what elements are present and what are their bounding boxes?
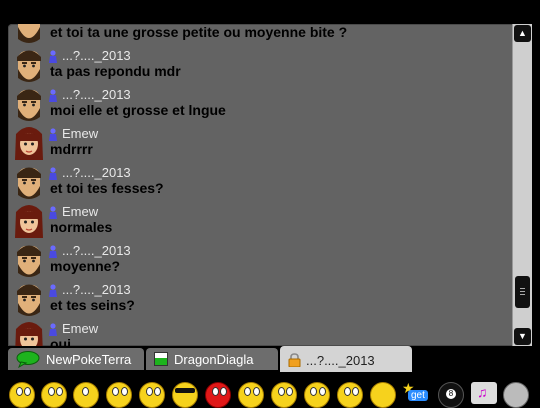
smiley-crying-icon[interactable] (337, 382, 363, 408)
user-icon (49, 284, 57, 297)
smiley-shocked-icon[interactable] (304, 382, 330, 408)
get-label: get (408, 390, 428, 401)
message-text: moi elle et grosse et lngue (50, 102, 226, 118)
chat-message: ...?...._2013 et tes seins? (8, 282, 516, 321)
smiley-bar: ★ get 8 ♫ (0, 374, 540, 408)
tab-active-conversation[interactable]: ...?...._2013 (280, 346, 412, 372)
smiley-happy-icon[interactable] (9, 382, 35, 408)
smiley-eyes-icon[interactable] (238, 382, 264, 408)
bearded-man-avatar (17, 50, 41, 82)
smiley-blush-icon[interactable] (271, 382, 297, 408)
settings-orb-icon[interactable] (503, 382, 529, 408)
tab-label: NewPokeTerra (46, 352, 132, 367)
username[interactable]: Emew (62, 321, 98, 336)
green-window-icon (154, 352, 168, 366)
tab-label: DragonDiagla (174, 352, 254, 367)
username[interactable]: Emew (62, 126, 98, 141)
girl-avatar (15, 205, 43, 238)
message-text: et toi ta une grosse petite ou moyenne b… (50, 24, 348, 40)
music-note-icon[interactable]: ♫ (471, 382, 497, 404)
tab-dragondiagla[interactable]: DragonDiagla (146, 348, 278, 370)
user-icon (49, 128, 57, 141)
message-text: ta pas repondu mdr (50, 63, 181, 79)
bearded-man-avatar (17, 245, 41, 277)
message-text: moyenne? (50, 258, 121, 274)
user-icon (49, 50, 57, 63)
user-icon (49, 245, 57, 258)
username[interactable]: ...?...._2013 (62, 165, 131, 180)
user-icon (49, 89, 57, 102)
scrollbar-thumb[interactable] (515, 276, 530, 308)
smiley-content-icon[interactable] (370, 382, 396, 408)
bearded-man-avatar (18, 24, 40, 43)
chat-message: et toi ta une grosse petite ou moyenne b… (8, 24, 516, 48)
chat-message: Emew oui (8, 321, 516, 346)
message-text: mdrrrr (50, 141, 93, 157)
message-text: oui (50, 336, 71, 346)
bearded-man-avatar (17, 167, 41, 199)
username[interactable]: Emew (62, 204, 98, 219)
chat-message: ...?...._2013 ta pas repondu mdr (8, 48, 516, 87)
username[interactable]: ...?...._2013 (62, 243, 131, 258)
chat-message: ...?...._2013 moi elle et grosse et lngu… (8, 87, 516, 126)
chat-message: Emew normales (8, 204, 516, 243)
user-icon (49, 206, 57, 219)
lock-icon (288, 353, 301, 367)
chat-log: et toi ta une grosse petite ou moyenne b… (8, 24, 532, 346)
smiley-shy-icon[interactable] (139, 382, 165, 408)
get-smileys-button[interactable]: ★ get (402, 380, 430, 402)
username[interactable]: ...?...._2013 (62, 87, 131, 102)
smiley-grin-icon[interactable] (41, 382, 67, 408)
smiley-sunglasses-icon[interactable] (172, 382, 198, 408)
user-icon (49, 167, 57, 180)
message-text: et toi tes fesses? (50, 180, 164, 196)
bearded-man-avatar (17, 284, 41, 316)
scroll-up-icon[interactable]: ▲ (514, 25, 531, 42)
chat-message: ...?...._2013 moyenne? (8, 243, 516, 282)
username[interactable]: ...?...._2013 (62, 282, 131, 297)
conversation-tabs: NewPokeTerra DragonDiagla ...?...._2013 (8, 346, 532, 372)
scroll-down-icon[interactable]: ▼ (514, 328, 531, 345)
chat-scrollbar[interactable]: ▲ ▼ (512, 24, 532, 346)
message-text: normales (50, 219, 113, 235)
girl-avatar (15, 322, 43, 346)
girl-avatar (15, 127, 43, 160)
tab-newpoketerra[interactable]: NewPokeTerra (8, 348, 144, 370)
smiley-surprised-icon[interactable] (106, 382, 132, 408)
eight-ball-icon[interactable]: 8 (438, 382, 464, 408)
tab-label: ...?...._2013 (306, 353, 375, 368)
smiley-wink-icon[interactable] (73, 382, 99, 408)
message-text: et tes seins? (50, 297, 135, 313)
user-icon (49, 323, 57, 336)
speech-bubble-icon (16, 351, 40, 368)
bearded-man-avatar (17, 89, 41, 121)
username[interactable]: ...?...._2013 (62, 48, 131, 63)
chat-message: Emew mdrrrr (8, 126, 516, 165)
smiley-angry-icon[interactable] (205, 382, 231, 408)
chat-message: ...?...._2013 et toi tes fesses? (8, 165, 516, 204)
